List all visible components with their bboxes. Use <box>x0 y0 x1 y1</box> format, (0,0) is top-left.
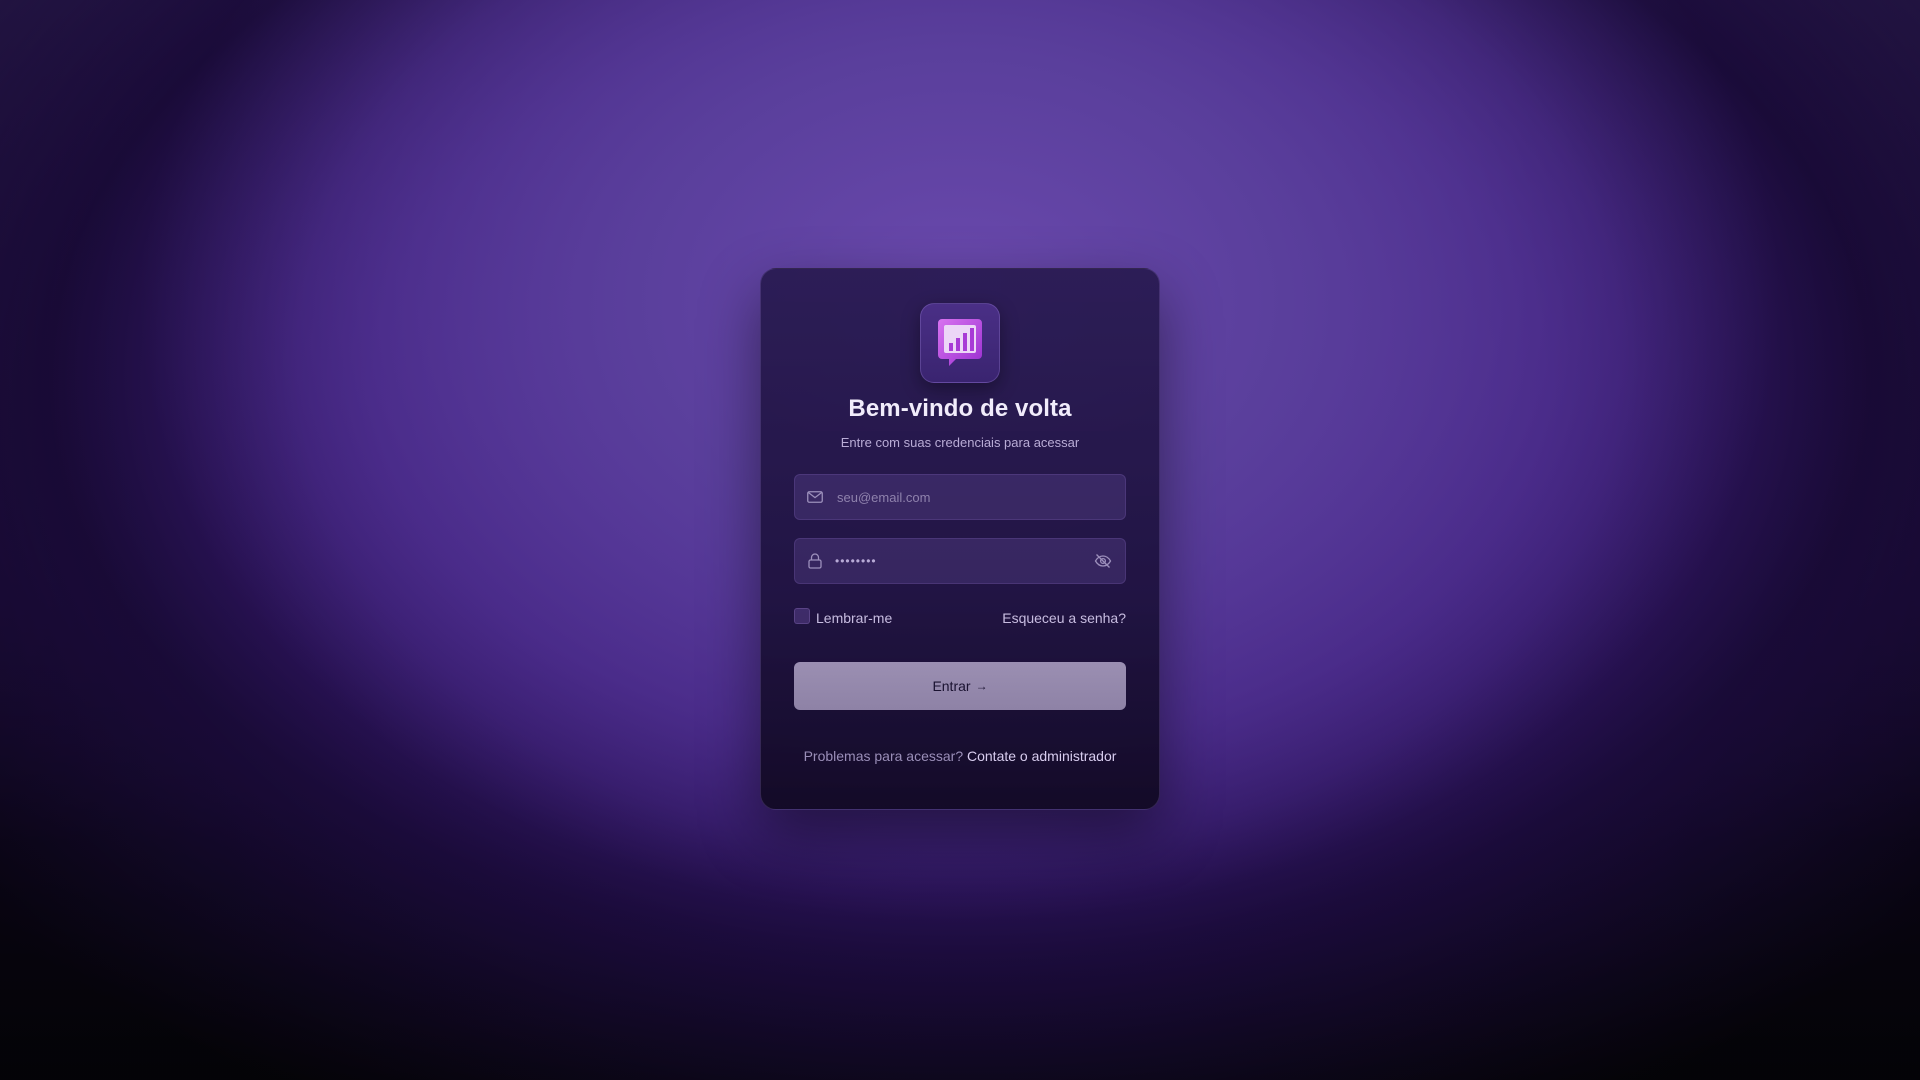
page-subtitle: Entre com suas credenciais para acessar <box>840 435 1080 450</box>
password-input[interactable]: •••••••• <box>835 554 1093 568</box>
page-title: Bem-vindo de volta <box>848 395 1072 422</box>
chart-chat-icon <box>938 319 982 366</box>
remember-label: Lembrar-me <box>816 610 893 626</box>
remember-checkbox[interactable] <box>794 608 810 624</box>
email-input[interactable] <box>835 474 1125 520</box>
remember-me[interactable]: Lembrar-me <box>794 608 893 626</box>
footer-help: Problemas para acessar? Contate o admini… <box>794 748 1126 764</box>
email-field-container <box>794 474 1126 520</box>
options-row: Lembrar-me Esqueceu a senha? <box>794 608 1126 628</box>
forgot-password-link[interactable]: Esqueceu a senha? <box>1002 610 1126 626</box>
login-button-label: Entrar <box>932 678 971 694</box>
arrow-right-icon: → <box>975 679 988 693</box>
password-field-container: •••••••• <box>794 538 1126 584</box>
contact-admin-link[interactable]: Contate o administrador <box>967 748 1116 764</box>
login-button[interactable]: Entrar → <box>794 662 1126 710</box>
eye-off-icon[interactable] <box>1093 551 1113 571</box>
app-logo <box>920 303 1000 383</box>
lock-icon <box>806 552 824 570</box>
mail-icon <box>806 488 824 506</box>
login-card: Bem-vindo de volta Entre com suas creden… <box>760 268 1160 810</box>
footer-text: Problemas para acessar? <box>803 748 967 764</box>
